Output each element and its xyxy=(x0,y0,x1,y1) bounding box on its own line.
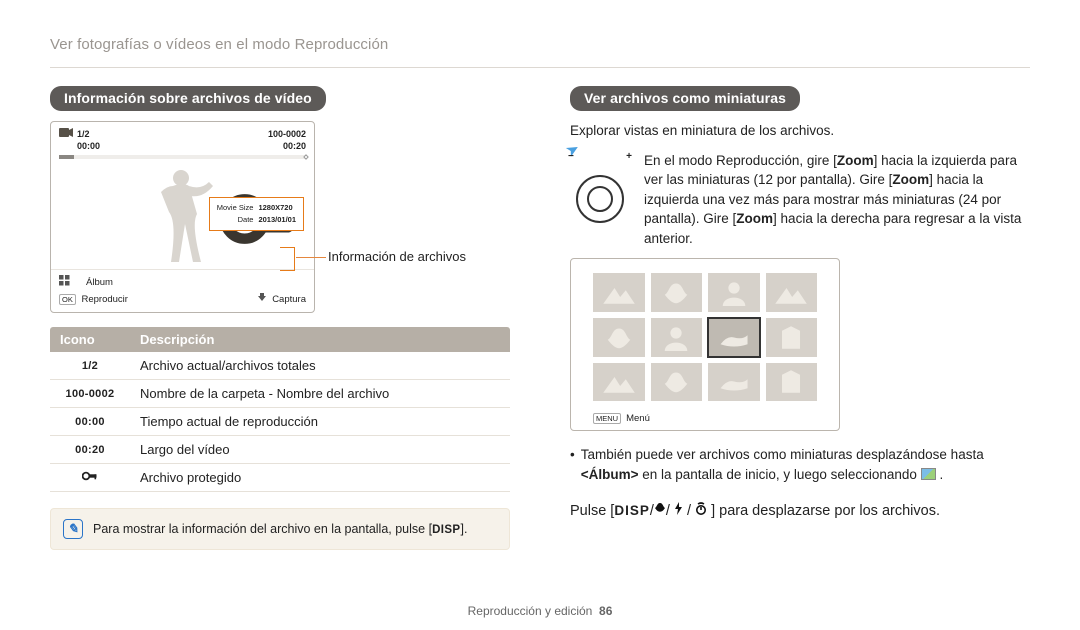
breadcrumb: Ver fotografías o vídeos en el modo Repr… xyxy=(50,36,1030,53)
menu-key: MENU xyxy=(593,413,621,424)
thumbnail xyxy=(766,363,818,402)
folder-file: 100-0002 xyxy=(268,129,306,139)
table-row: Archivo protegido xyxy=(50,464,510,492)
zoom-dial-figure: ➤ − + xyxy=(570,151,630,249)
video-still: Movie Size1280X720 Date2013/01/01 xyxy=(51,159,314,269)
th-desc: Descripción xyxy=(130,327,510,352)
key-icon xyxy=(50,464,130,492)
table-row: 00:00Tiempo actual de reproducción xyxy=(50,408,510,436)
note-icon: ✎ xyxy=(63,519,83,539)
thumbnail xyxy=(651,363,703,402)
thumbnail xyxy=(766,273,818,312)
grid-icon xyxy=(59,275,70,289)
thumbnail xyxy=(593,318,645,357)
thumbnail xyxy=(651,318,703,357)
capture-icon xyxy=(257,294,270,304)
counter: 1/2 xyxy=(77,129,90,139)
file-info-callout: Información de archivos xyxy=(328,249,466,264)
section-heading-video-info: Información sobre archivos de vídeo xyxy=(50,86,326,111)
thumbnail xyxy=(708,273,760,312)
thumbnail-grid-frame: MENU Menú xyxy=(570,258,840,431)
callout-line xyxy=(296,257,326,258)
thumbnail xyxy=(708,363,760,402)
divider xyxy=(50,67,1030,68)
movie-icon xyxy=(59,128,73,139)
thumbnail-selected xyxy=(708,318,760,357)
zoom-instructions: En el modo Reproducción, gire [Zoom] hac… xyxy=(644,151,1030,249)
note-box: ✎ Para mostrar la información del archiv… xyxy=(50,508,510,550)
page-footer: Reproducción y edición 86 xyxy=(0,604,1080,618)
thumbnail xyxy=(593,363,645,402)
time-total: 00:20 xyxy=(283,141,306,151)
thumbnails-intro: Explorar vistas en miniatura de los arch… xyxy=(570,121,1030,141)
thumbnail xyxy=(766,318,818,357)
video-preview-frame: 1/2 100-0002 00:00 00:20 xyxy=(50,121,315,313)
capture-label: Captura xyxy=(272,294,306,305)
picture-icon xyxy=(921,468,936,480)
file-info-box: Movie Size1280X720 Date2013/01/01 xyxy=(209,197,304,231)
disp-label: DISP xyxy=(432,524,460,536)
table-row: 00:20Largo del vídeo xyxy=(50,436,510,464)
table-row: 1/2Archivo actual/archivos totales xyxy=(50,352,510,380)
thumbnail xyxy=(651,273,703,312)
icon-description-table: Icono Descripción 1/2Archivo actual/arch… xyxy=(50,327,510,492)
disp-key: DISP xyxy=(614,503,650,518)
macro-icon xyxy=(654,502,666,518)
menu-label: Menú xyxy=(626,413,650,424)
play-label: Reproducir xyxy=(81,294,127,305)
timer-icon xyxy=(691,503,711,519)
table-row: 100-0002Nombre de la carpeta - Nombre de… xyxy=(50,380,510,408)
th-icon: Icono xyxy=(50,327,130,352)
thumbnail xyxy=(593,273,645,312)
bullet-note: • También puede ver archivos como miniat… xyxy=(570,445,1030,484)
navigation-hint: Pulse [DISP/ / / ] para desplazarse por … xyxy=(570,502,1030,519)
time-current: 00:00 xyxy=(77,141,100,151)
album-label: Álbum xyxy=(86,277,113,288)
section-heading-thumbnails: Ver archivos como miniaturas xyxy=(570,86,800,111)
flash-icon xyxy=(670,503,687,519)
ok-key: OK xyxy=(59,294,76,305)
